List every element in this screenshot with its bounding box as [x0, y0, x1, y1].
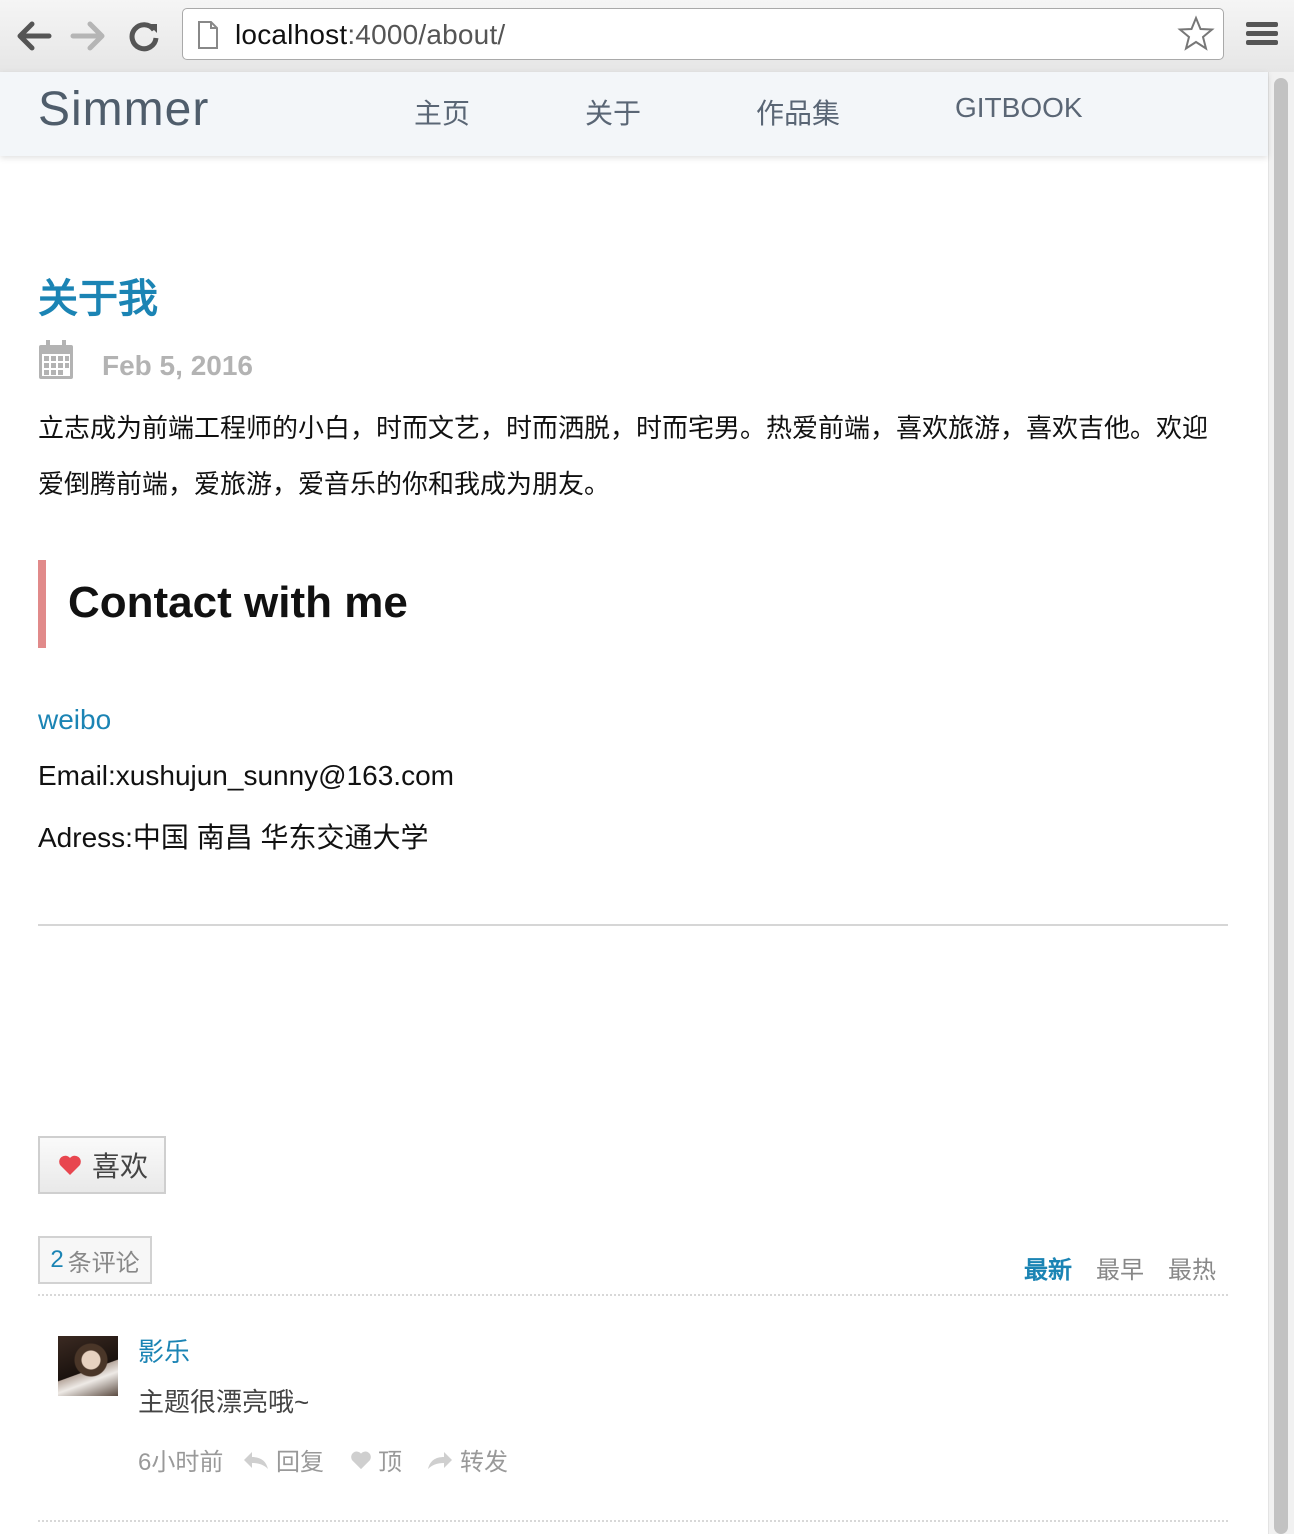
comment-count-tab[interactable]: 2 条评论	[38, 1236, 152, 1284]
avatar[interactable]	[58, 1336, 118, 1396]
contact-heading: Contact with me	[68, 578, 408, 627]
share-button[interactable]: 转发	[426, 1442, 508, 1477]
sort-oldest[interactable]: 最早	[1096, 1250, 1144, 1285]
back-arrow-icon	[17, 21, 52, 51]
scrollbar-thumb[interactable]	[1274, 78, 1288, 1534]
page-title: 关于我	[38, 277, 158, 321]
nav-gitbook[interactable]: GITBOOK	[955, 92, 1083, 124]
comment-count-suffix: 条评论	[67, 1249, 140, 1277]
upvote-button[interactable]: 顶	[350, 1442, 402, 1477]
divider	[38, 924, 1228, 926]
address-bar[interactable]: localhost:4000/about/	[182, 8, 1224, 60]
forward-button[interactable]	[68, 16, 108, 56]
address-text: Adress:中国 南昌 华东交通大学	[38, 822, 429, 853]
comment-count: 2	[50, 1246, 64, 1273]
comment-time: 6小时前	[138, 1449, 224, 1476]
nav-portfolio[interactable]: 作品集	[756, 92, 840, 132]
reply-arrow-icon	[244, 1451, 268, 1469]
reply-label: 回复	[276, 1449, 324, 1476]
nav-home[interactable]: 主页	[414, 92, 470, 132]
heart-icon	[59, 1155, 81, 1175]
upvote-label: 顶	[378, 1449, 402, 1476]
post-date: Feb 5, 2016	[38, 340, 253, 384]
sort-hottest[interactable]: 最热	[1168, 1250, 1216, 1285]
reload-button[interactable]	[124, 16, 164, 56]
forward-arrow-icon	[70, 21, 105, 51]
share-label: 转发	[460, 1449, 508, 1476]
comment-text: 主题很漂亮哦~	[138, 1387, 310, 1417]
reply-button[interactable]: 回复	[242, 1442, 324, 1477]
intro-paragraph: 立志成为前端工程师的小白，时而文艺，时而洒脱，时而宅男。热爱前端，喜欢旅游，喜欢…	[38, 413, 1209, 499]
back-button[interactable]	[14, 16, 54, 56]
url-text: localhost:4000/about/	[235, 19, 506, 50]
comment-author[interactable]: 影乐	[138, 1332, 190, 1369]
weibo-link[interactable]: weibo	[38, 704, 111, 736]
reload-icon	[129, 22, 159, 52]
bookmark-star-icon[interactable]	[1177, 15, 1215, 53]
contact-heading-block: Contact with me	[38, 560, 1228, 648]
page-icon	[198, 21, 218, 49]
date-text: Feb 5, 2016	[102, 350, 253, 381]
nav-about[interactable]: 关于	[585, 92, 641, 132]
site-brand[interactable]: Simmer	[38, 82, 209, 137]
comment-divider	[38, 1520, 1228, 1522]
email-text: Email:xushujun_sunny@163.com	[38, 760, 454, 791]
calendar-icon	[39, 340, 73, 379]
heart-icon	[351, 1451, 371, 1469]
browser-toolbar: localhost:4000/about/	[0, 0, 1294, 73]
hamburger-menu-icon[interactable]	[1246, 20, 1278, 48]
share-arrow-icon	[428, 1451, 452, 1469]
site-header: Simmer 主页 关于 作品集 GITBOOK	[0, 72, 1268, 156]
sort-newest[interactable]: 最新	[1024, 1250, 1072, 1285]
comments-divider	[38, 1294, 1228, 1296]
like-button[interactable]: 喜欢	[38, 1136, 166, 1194]
like-label: 喜欢	[92, 1151, 149, 1182]
